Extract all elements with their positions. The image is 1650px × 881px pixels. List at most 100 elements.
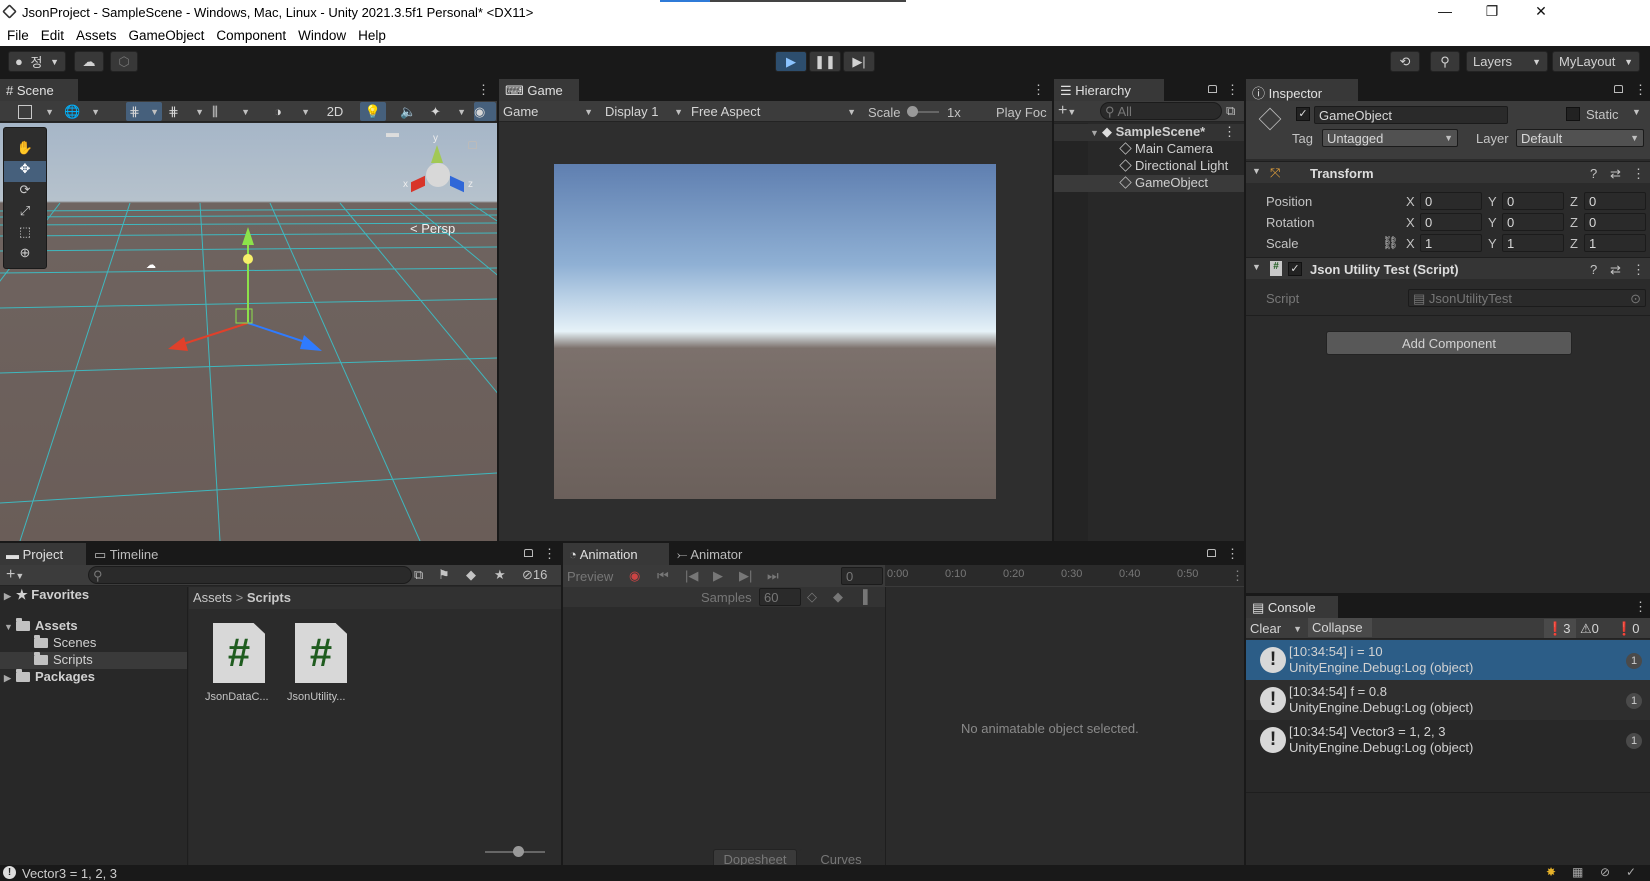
hand-tool-icon[interactable]: ✋	[4, 140, 46, 161]
animation-lock-icon[interactable]	[1207, 549, 1216, 557]
clear-button[interactable]: Clear ▼	[1250, 619, 1302, 638]
first-key-icon[interactable]: ⏮	[657, 568, 669, 584]
gameobject-name-field[interactable]: GameObject	[1314, 106, 1508, 124]
rect-tool-icon[interactable]: ⬚	[4, 224, 46, 245]
menu-file[interactable]: File	[7, 28, 29, 43]
filter-label-icon[interactable]: ◆	[466, 567, 476, 583]
create-asset-button[interactable]: +▼	[6, 566, 24, 584]
active-checkbox[interactable]: ✓	[1296, 107, 1310, 121]
play-focus-dropdown[interactable]: Play Foc	[996, 105, 1047, 120]
orientation-gizmo[interactable]: y x z	[400, 133, 480, 213]
breadcrumb-scripts[interactable]: Scripts	[247, 590, 291, 605]
scene-viewport[interactable]: ☁ ✋ ✥ ⟳ ⤢ ⬚ ⊕ ▬ y x z < Persp	[0, 123, 497, 541]
overlay-menu-icon[interactable]: ▬	[386, 125, 399, 140]
rotation-z-field[interactable]: 0	[1584, 213, 1646, 231]
anim-play-icon[interactable]: ▶	[713, 568, 723, 584]
list-item[interactable]: GameObject	[1054, 175, 1244, 192]
scene-menu-icon[interactable]: ⋮	[477, 82, 490, 98]
rotation-y-field[interactable]: 0	[1502, 213, 1564, 231]
shading-dropdown[interactable]: ◑ ▼	[274, 102, 310, 121]
move-snap-dropdown[interactable]: ⋕ ▼	[126, 102, 162, 121]
search-by-type-icon[interactable]: ⧉	[414, 567, 423, 583]
menu-gameobject[interactable]: GameObject	[129, 28, 205, 43]
log-entry[interactable]: ! [10:34:54] i = 10 UnityEngine.Debug:Lo…	[1246, 640, 1650, 680]
last-key-icon[interactable]: ⏭	[767, 568, 779, 584]
hierarchy-search-input[interactable]: ⚲ All	[1100, 102, 1222, 120]
cloud-button[interactable]: ☁	[74, 51, 104, 72]
log-entry[interactable]: ! [10:34:54] f = 0.8 UnityEngine.Debug:L…	[1246, 680, 1650, 720]
help-icon[interactable]: ?	[1590, 262, 1597, 277]
layer-dropdown[interactable]: Default ▼	[1516, 129, 1644, 147]
help-icon[interactable]: ?	[1590, 166, 1597, 181]
animation-menu-icon[interactable]: ⋮	[1226, 546, 1239, 562]
project-search-input[interactable]: ⚲	[88, 566, 412, 584]
zoom-slider[interactable]	[485, 846, 545, 857]
account-dropdown[interactable]: ● 정 ▼	[8, 51, 66, 72]
file-label[interactable]: JsonUtility...	[287, 691, 345, 703]
add-event-icon[interactable]: ◆	[833, 589, 843, 605]
cache-server-icon[interactable]: ▦	[1572, 865, 1583, 879]
error-filter-toggle[interactable]: ❗ 0	[1616, 619, 1648, 638]
script-enabled-checkbox[interactable]: ✓	[1288, 262, 1302, 276]
game-menu-icon[interactable]: ⋮	[1032, 82, 1045, 98]
event-marker-icon[interactable]: ▌	[863, 589, 872, 604]
position-y-field[interactable]: 0	[1502, 192, 1564, 210]
hierarchy-menu-icon[interactable]: ⋮	[1226, 82, 1239, 98]
status-message[interactable]: Vector3 = 1, 2, 3	[22, 866, 117, 881]
pause-button[interactable]: ❚❚	[809, 51, 841, 72]
tab-timeline[interactable]: ▭ Timeline	[88, 543, 180, 565]
hidden-toggle[interactable]: ◉	[474, 102, 496, 121]
collab-button[interactable]: ⬡	[110, 51, 138, 72]
tree-packages[interactable]: ▶ Packages	[0, 669, 187, 686]
rotate-tool-icon[interactable]: ⟳	[4, 182, 46, 203]
audio-toggle[interactable]: 🔈	[400, 102, 420, 121]
draw-mode-dropdown[interactable]: ▼	[18, 102, 54, 121]
tab-scene[interactable]: # Scene	[0, 79, 78, 101]
tab-hierarchy[interactable]: ☰ Hierarchy	[1054, 79, 1164, 101]
tab-inspector[interactable]: ⓘ Inspector	[1246, 79, 1358, 101]
inspector-menu-icon[interactable]: ⋮	[1634, 82, 1647, 98]
add-component-button[interactable]: Add Component	[1326, 331, 1572, 355]
ruler-menu-icon[interactable]: ⋮	[1231, 568, 1244, 584]
static-dropdown-icon[interactable]: ▼	[1632, 107, 1641, 117]
tab-animator[interactable]: ⤚ Animator	[671, 543, 763, 565]
file-label[interactable]: JsonDataC...	[205, 691, 269, 703]
inspector-lock-icon[interactable]	[1614, 85, 1623, 93]
transform-tool-icon[interactable]: ⊕	[4, 245, 46, 266]
position-x-field[interactable]: 0	[1420, 192, 1482, 210]
scale-x-field[interactable]: 1	[1420, 234, 1482, 252]
hierarchy-lock-icon[interactable]	[1208, 85, 1217, 93]
tree-assets[interactable]: ▼ Assets	[0, 618, 187, 635]
menu-assets[interactable]: Assets	[76, 28, 117, 43]
increment-snap-dropdown[interactable]: ⫼ ▼	[212, 102, 250, 121]
list-item[interactable]: Main Camera	[1054, 141, 1244, 158]
tab-game[interactable]: ⌨ Game	[499, 79, 579, 101]
move-gizmo[interactable]	[150, 213, 350, 373]
rotation-x-field[interactable]: 0	[1420, 213, 1482, 231]
toggle-2d-button[interactable]: 2D	[322, 102, 348, 121]
progress-check-icon[interactable]: ✓	[1626, 865, 1636, 879]
global-dropdown[interactable]: 🌐 ▼	[64, 102, 100, 121]
log-entry[interactable]: ! [10:34:54] Vector3 = 1, 2, 3 UnityEngi…	[1246, 720, 1650, 760]
menu-component[interactable]: Component	[216, 28, 286, 43]
search-button[interactable]: ⚲	[1430, 51, 1460, 72]
preset-icon[interactable]: ⇄	[1610, 166, 1621, 182]
hidden-packages-toggle[interactable]: ⊘16	[522, 567, 547, 583]
move-tool-icon[interactable]: ✥	[4, 161, 46, 182]
menu-help[interactable]: Help	[358, 28, 386, 43]
bug-icon[interactable]: ✸	[1546, 865, 1556, 879]
project-menu-icon[interactable]: ⋮	[543, 546, 556, 562]
preset-icon[interactable]: ⇄	[1610, 262, 1621, 278]
console-menu-icon[interactable]: ⋮	[1634, 599, 1647, 615]
menu-window[interactable]: Window	[298, 28, 346, 43]
step-button[interactable]: ▶|	[843, 51, 875, 72]
prev-key-icon[interactable]: |◀	[685, 568, 698, 584]
minimize-button[interactable]: —	[1422, 3, 1468, 19]
scale-z-field[interactable]: 1	[1584, 234, 1646, 252]
samples-field[interactable]: 60	[759, 588, 801, 606]
tree-scenes[interactable]: Scenes	[0, 635, 187, 652]
warning-filter-toggle[interactable]: ⚠ 0	[1580, 619, 1612, 638]
layout-dropdown[interactable]: MyLayout ▼	[1552, 51, 1640, 72]
scale-tool-icon[interactable]: ⤢	[4, 203, 46, 224]
component-menu-icon[interactable]: ⋮	[1632, 166, 1645, 182]
